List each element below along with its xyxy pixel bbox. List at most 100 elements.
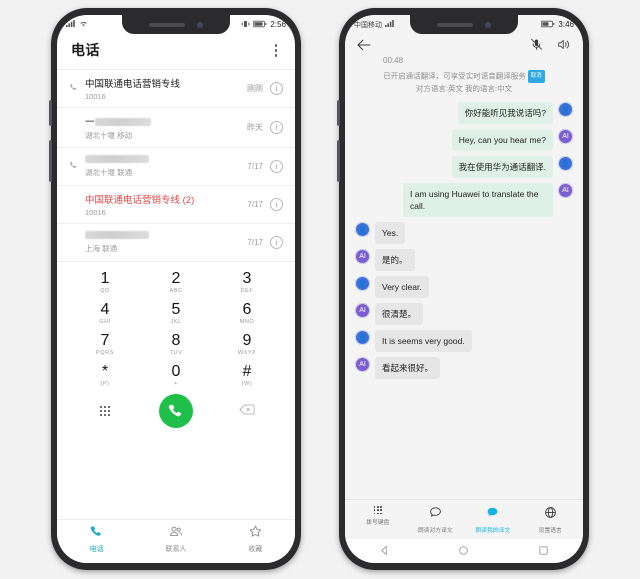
mic-muted-icon[interactable]	[530, 38, 543, 54]
call-button[interactable]	[146, 393, 206, 428]
tool-read-my-translation[interactable]: 朗读我的译文	[464, 506, 522, 534]
call-subtitle: 上海 联通	[85, 244, 118, 253]
ai-icon: AI	[562, 187, 569, 194]
call-time: 7/17	[247, 161, 263, 171]
table-row[interactable]: 中国联通电话营销专线 10016 刚刚 i	[57, 70, 295, 108]
table-row[interactable]: 中国联通电话营销专线 (2) 10016 7/17 i	[57, 186, 295, 224]
translation-banner: 已开启通话翻译，可享受实时语音翻译服务 取消 对方语言:英文 我的语言:中文	[345, 68, 583, 100]
message-bubble: Very clear.	[375, 276, 429, 298]
status-badge[interactable]: 取消	[527, 70, 545, 83]
outgoing-call-icon	[69, 161, 83, 172]
page-title: 电话	[71, 42, 100, 59]
call-subtitle: 湖北十堰 移动	[85, 130, 133, 140]
ai-icon: AI	[359, 253, 366, 260]
globe-icon	[522, 506, 580, 522]
tab-label: 电话	[89, 546, 104, 553]
table-row[interactable]: 上海 联通 7/17 i	[57, 224, 295, 262]
list-item: 你好能听见我说话吗? 👤	[355, 102, 573, 124]
left-status-time: 2:56	[270, 20, 286, 29]
person-icon: 👤	[561, 160, 570, 168]
back-arrow-icon[interactable]	[357, 39, 371, 53]
redacted-name	[85, 155, 149, 164]
dialpad-icon[interactable]	[75, 405, 135, 416]
phone-icon	[57, 525, 136, 542]
call-name: 一	[85, 114, 247, 128]
list-item: AI 很清楚。	[355, 303, 573, 325]
tool-label: 朗读对方译文	[417, 528, 453, 534]
call-info-icon[interactable]: i	[270, 197, 283, 211]
key-6[interactable]: 6 MNO	[217, 301, 277, 325]
android-back-icon[interactable]	[379, 545, 390, 558]
speaker-icon[interactable]	[557, 38, 571, 54]
message-bubble: 你好能听见我说话吗?	[457, 102, 553, 124]
call-info-icon[interactable]: i	[270, 235, 283, 249]
key-1[interactable]: 1 QD	[75, 270, 135, 294]
tool-dialpad[interactable]: 拨号键盘	[349, 506, 407, 534]
earpiece-speaker	[437, 22, 473, 27]
kebab-menu-icon[interactable]	[271, 40, 282, 61]
call-name: 中国联通电话营销专线	[85, 78, 181, 90]
bottom-tab-bar: 电话 联系人 收藏	[57, 519, 295, 563]
key-3[interactable]: 3 DEF	[217, 270, 277, 294]
android-home-icon[interactable]	[458, 545, 469, 558]
call-info-icon[interactable]: i	[270, 120, 283, 134]
backspace-icon[interactable]	[217, 404, 277, 418]
message-bubble: I am using Huawei to translate the call.	[403, 183, 553, 217]
key-5[interactable]: 5 JKL	[146, 301, 206, 325]
tab-label: 收藏	[248, 546, 263, 553]
key-hash[interactable]: # (W)	[217, 363, 277, 387]
key-star[interactable]: * (P)	[75, 363, 135, 387]
person-icon: 👤	[561, 106, 570, 114]
key-4[interactable]: 4 GHI	[75, 301, 135, 325]
call-log-list: 中国联通电话营销专线 10016 刚刚 i 一 湖北十堰 移动 昨天 i 湖北十…	[57, 68, 295, 262]
key-9[interactable]: 9 WXYZ	[217, 332, 277, 356]
table-row[interactable]: 湖北十堰 联通 7/17 i	[57, 148, 295, 186]
key-0[interactable]: 0 +	[146, 363, 206, 387]
avatar: AI	[558, 129, 573, 144]
android-nav-bar	[345, 539, 583, 563]
call-info-icon[interactable]: i	[270, 159, 283, 173]
banner-line-2: 对方语言:英文 我的语言:中文	[415, 84, 513, 93]
speech-bubble-icon	[407, 506, 465, 522]
key-8[interactable]: 8 TUV	[146, 332, 206, 356]
front-camera	[485, 21, 491, 28]
message-bubble: 是的。	[375, 249, 415, 271]
message-bubble: 看起来很好。	[375, 357, 441, 379]
call-header	[345, 34, 583, 56]
phone-handset-icon	[159, 393, 193, 428]
avatar: AI	[355, 357, 370, 372]
list-item: 我在使用华为通话翻译. 👤	[355, 156, 573, 178]
avatar: 👤	[558, 102, 573, 117]
tool-label: 设置语言	[538, 528, 562, 534]
tab-label: 联系人	[165, 546, 187, 553]
tab-phone[interactable]: 电话	[57, 525, 136, 554]
avatar: AI	[355, 249, 370, 264]
phone-notch	[122, 15, 230, 34]
redacted-name	[85, 231, 149, 240]
list-item: 👤 Yes.	[355, 222, 573, 244]
person-icon: 👤	[358, 280, 367, 288]
key-7[interactable]: 7 PQRS	[75, 332, 135, 356]
contacts-icon	[136, 525, 215, 542]
dialpad: 1 QD 2 ABC 3 DEF 4 GHI 5 JKL 6 MNO 7 PQRS 8 TUV …	[57, 262, 295, 520]
android-recents-icon[interactable]	[538, 545, 549, 558]
tool-label: 朗读我的译文	[475, 528, 511, 534]
phone-notch	[410, 15, 518, 34]
tab-favorites[interactable]: 收藏	[216, 525, 295, 554]
tool-set-language[interactable]: 设置语言	[522, 506, 580, 534]
tool-read-their-translation[interactable]: 朗读对方译文	[407, 506, 465, 534]
key-2[interactable]: 2 ABC	[146, 270, 206, 294]
battery-icon	[253, 20, 267, 30]
front-camera	[197, 21, 203, 28]
tab-contacts[interactable]: 联系人	[136, 525, 215, 554]
list-item: 👤 Very clear.	[355, 276, 573, 298]
table-row[interactable]: 一 湖北十堰 移动 昨天 i	[57, 108, 295, 148]
wifi-icon	[79, 20, 88, 30]
call-name-missed: 中国联通电话营销专线 (2)	[85, 194, 195, 206]
call-subtitle: 10016	[85, 91, 106, 101]
message-bubble: It is seems very good.	[375, 330, 472, 352]
call-info-icon[interactable]: i	[270, 81, 283, 95]
dialer-header: 电话	[57, 34, 295, 69]
person-icon: 👤	[358, 226, 367, 234]
redacted-name	[94, 117, 151, 126]
